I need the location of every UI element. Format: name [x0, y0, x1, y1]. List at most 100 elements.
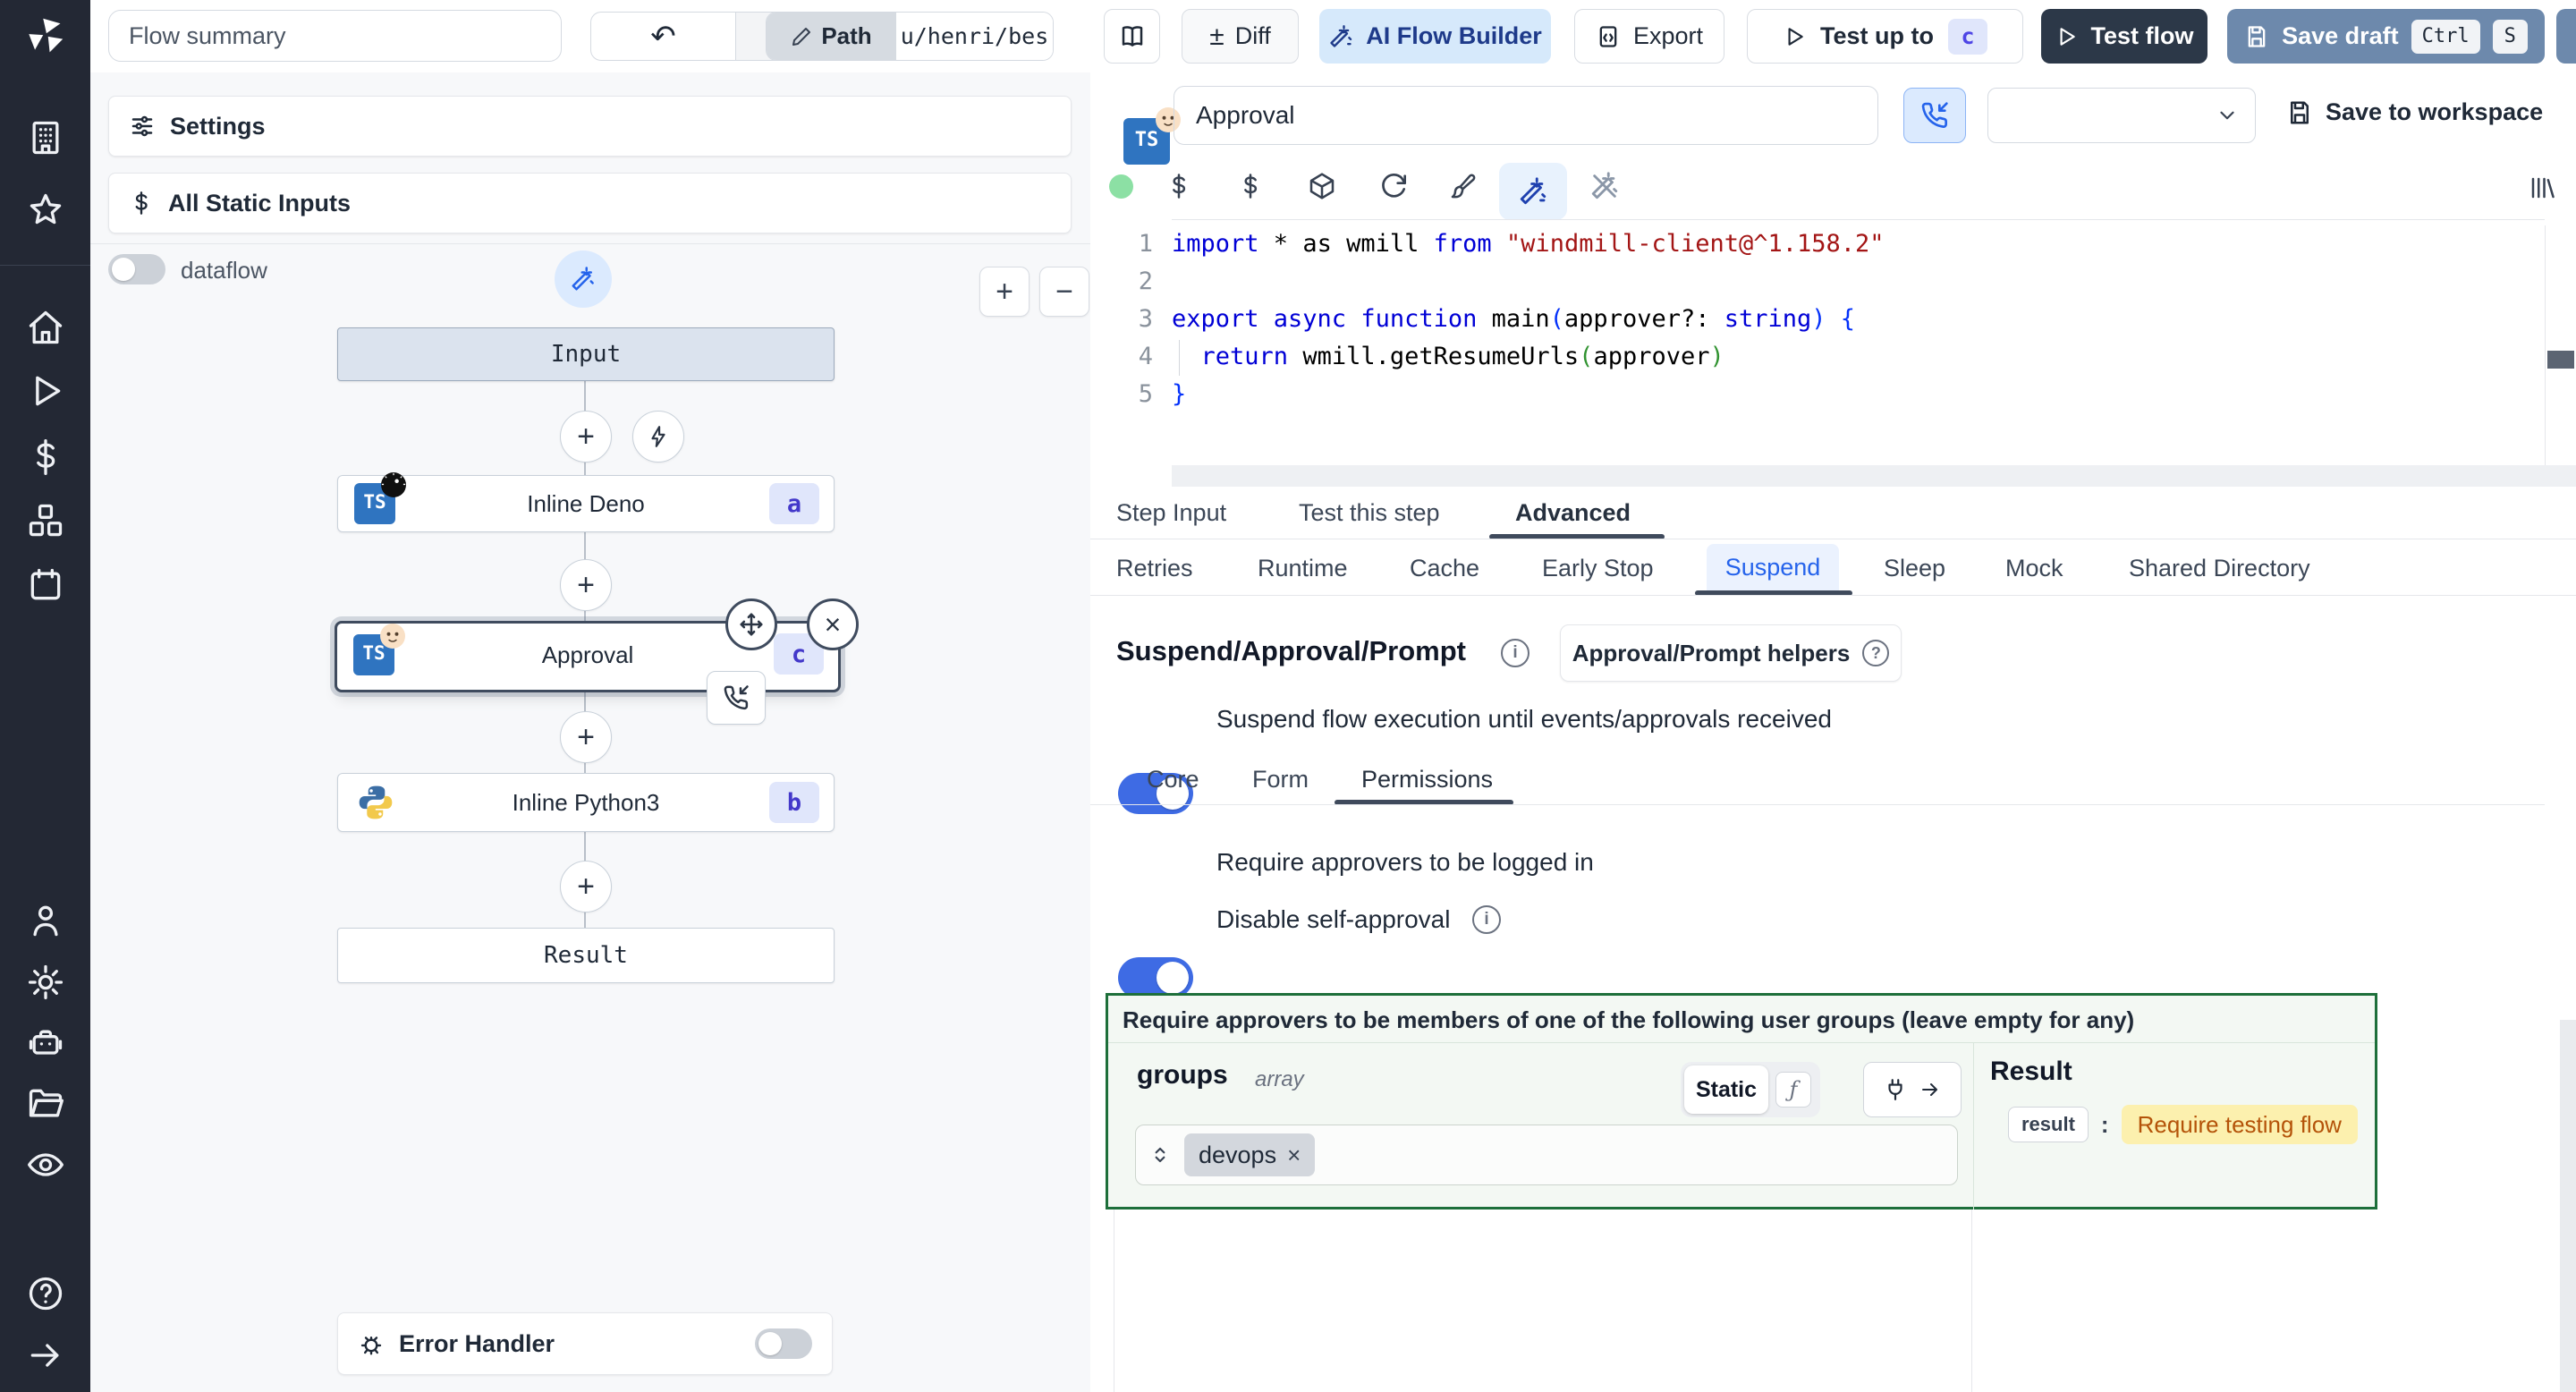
- format-icon-button[interactable]: [1444, 166, 1483, 206]
- plus-icon: +: [577, 719, 595, 754]
- sidebar-item-settings[interactable]: [26, 963, 65, 1002]
- save-to-workspace-button[interactable]: Save to workspace: [2286, 98, 2543, 126]
- reload-icon-button[interactable]: [1374, 166, 1413, 206]
- sidebar-item-home[interactable]: [26, 308, 65, 347]
- add-step-button[interactable]: +: [560, 559, 612, 611]
- dataflow-toggle[interactable]: [108, 254, 165, 284]
- tab-test-this-step[interactable]: Test this step: [1299, 499, 1440, 527]
- tab-shared-directory[interactable]: Shared Directory: [2129, 555, 2310, 582]
- sidebar-item-favorites[interactable]: [26, 191, 65, 230]
- line-number: 1: [1138, 230, 1153, 258]
- tab-early-stop[interactable]: Early Stop: [1542, 555, 1654, 582]
- groups-array-input[interactable]: devops ×: [1135, 1125, 1958, 1185]
- help-icon[interactable]: [26, 1274, 65, 1313]
- add-trigger-button[interactable]: [632, 411, 684, 463]
- sidebar-item-users[interactable]: [26, 901, 65, 940]
- tab-form[interactable]: Form: [1252, 766, 1309, 794]
- sidebar-item-resources[interactable]: [26, 501, 65, 540]
- flow-settings-card[interactable]: Settings: [108, 96, 1072, 157]
- deploy-button-partial[interactable]: [2556, 9, 2576, 64]
- sidebar-item-runs[interactable]: [26, 371, 65, 411]
- code-editor[interactable]: 1 2 3 4 5 import * as wmill from "windmi…: [1090, 220, 2545, 465]
- permissions-tab-divider: [1090, 804, 2545, 805]
- editor-scrollbar-thumb[interactable]: [2547, 351, 2574, 369]
- path-value-segment[interactable]: u/henri/bes: [896, 13, 1053, 60]
- save-icon: [2244, 24, 2269, 49]
- error-handler-card[interactable]: Error Handler: [337, 1312, 833, 1375]
- package-icon-button[interactable]: [1302, 166, 1342, 206]
- tab-cache[interactable]: Cache: [1410, 555, 1479, 582]
- tab-permissions-active[interactable]: Permissions: [1361, 766, 1493, 794]
- sidebar-item-workspace[interactable]: [26, 118, 65, 157]
- zoom-out-button[interactable]: −: [1039, 267, 1089, 317]
- javascript-expr-toggle[interactable]: ƒ: [1775, 1072, 1811, 1108]
- path-group[interactable]: Path u/henri/bes: [766, 12, 1054, 61]
- tab-mock[interactable]: Mock: [2005, 555, 2063, 582]
- result-key-badge: result: [2008, 1107, 2089, 1142]
- plus-icon: +: [577, 869, 595, 904]
- static-pill[interactable]: Static: [1684, 1065, 1768, 1114]
- save-draft-button[interactable]: Save draft Ctrl S: [2227, 9, 2545, 64]
- ai-generate-active-button[interactable]: [1499, 163, 1567, 220]
- sidebar-item-schedules[interactable]: [26, 565, 65, 605]
- static-toggle-group[interactable]: Static ƒ: [1681, 1062, 1820, 1117]
- windmill-logo[interactable]: [26, 16, 65, 55]
- tab-retries[interactable]: Retries: [1116, 555, 1193, 582]
- flow-input-node[interactable]: Input: [337, 327, 835, 381]
- delete-step-button[interactable]: ×: [807, 598, 859, 650]
- move-step-handle[interactable]: [725, 598, 777, 650]
- tab-advanced-active[interactable]: Advanced: [1515, 499, 1631, 527]
- deno-step-label: Inline Deno: [527, 490, 645, 517]
- contextual-variables-icon-button[interactable]: [1231, 166, 1270, 206]
- move-icon: [738, 611, 765, 638]
- editor-bottom-strip: [1172, 465, 2576, 487]
- tab-suspend-label: Suspend: [1724, 553, 1821, 581]
- test-flow-button[interactable]: Test flow: [2041, 9, 2207, 64]
- error-handler-toggle[interactable]: [755, 1328, 812, 1359]
- sidebar-item-workers[interactable]: [26, 1023, 65, 1063]
- ai-assist-button[interactable]: [555, 250, 612, 308]
- group-chip-devops[interactable]: devops ×: [1184, 1133, 1316, 1176]
- updown-chevrons-icon[interactable]: [1148, 1143, 1172, 1167]
- add-step-button[interactable]: +: [560, 861, 612, 912]
- tab-core[interactable]: Core: [1147, 766, 1199, 794]
- step-name-input[interactable]: Approval: [1174, 86, 1878, 145]
- flow-step-deno[interactable]: TS Inline Deno a: [337, 472, 835, 532]
- export-label: Export: [1632, 22, 1704, 49]
- tab-step-input[interactable]: Step Input: [1116, 499, 1226, 527]
- docs-button[interactable]: [1104, 9, 1160, 64]
- info-icon[interactable]: i: [1472, 905, 1501, 934]
- sidebar-item-folders[interactable]: [26, 1084, 65, 1124]
- flow-summary-input[interactable]: Flow summary: [108, 10, 562, 62]
- expand-sidebar-icon[interactable]: [26, 1336, 65, 1375]
- undo-button[interactable]: ↶: [590, 12, 735, 61]
- export-button[interactable]: Export: [1574, 9, 1724, 64]
- sidebar-item-variables[interactable]: [26, 437, 65, 477]
- flow-result-node[interactable]: Result: [337, 928, 835, 983]
- remove-chip-icon[interactable]: ×: [1287, 1142, 1301, 1169]
- info-icon[interactable]: i: [1501, 639, 1530, 667]
- approval-prompt-helpers-button[interactable]: Approval/Prompt helpers ?: [1560, 624, 1902, 682]
- add-step-button[interactable]: +: [560, 411, 612, 463]
- add-step-button[interactable]: +: [560, 711, 612, 763]
- result-colon: :: [2100, 1110, 2109, 1138]
- zoom-in-button[interactable]: +: [979, 267, 1030, 317]
- ai-disabled-icon-button[interactable]: [1585, 166, 1624, 206]
- tab-suspend-active[interactable]: Suspend: [1707, 544, 1839, 590]
- sidebar-item-audit-logs[interactable]: [26, 1145, 65, 1184]
- suspend-phone-button[interactable]: [1903, 88, 1966, 143]
- ai-flow-builder-button[interactable]: AI Flow Builder: [1319, 9, 1551, 64]
- variables-icon-button[interactable]: [1159, 166, 1199, 206]
- diff-button[interactable]: ± Diff: [1182, 9, 1299, 64]
- approval-phone-badge[interactable]: [707, 671, 766, 725]
- test-up-to-button[interactable]: Test up to c: [1747, 9, 2023, 64]
- connect-input-button[interactable]: [1863, 1062, 1962, 1117]
- step-kind-select[interactable]: [1987, 88, 2256, 143]
- right-scrollbar-track[interactable]: [2560, 1020, 2576, 1392]
- flow-step-python[interactable]: Inline Python3 b: [337, 773, 835, 832]
- library-icon-button[interactable]: [2522, 168, 2562, 208]
- result-row: result : Require testing flow: [2008, 1105, 2358, 1144]
- tab-sleep[interactable]: Sleep: [1884, 555, 1945, 582]
- all-static-inputs-card[interactable]: All Static Inputs: [108, 173, 1072, 233]
- tab-runtime[interactable]: Runtime: [1258, 555, 1348, 582]
